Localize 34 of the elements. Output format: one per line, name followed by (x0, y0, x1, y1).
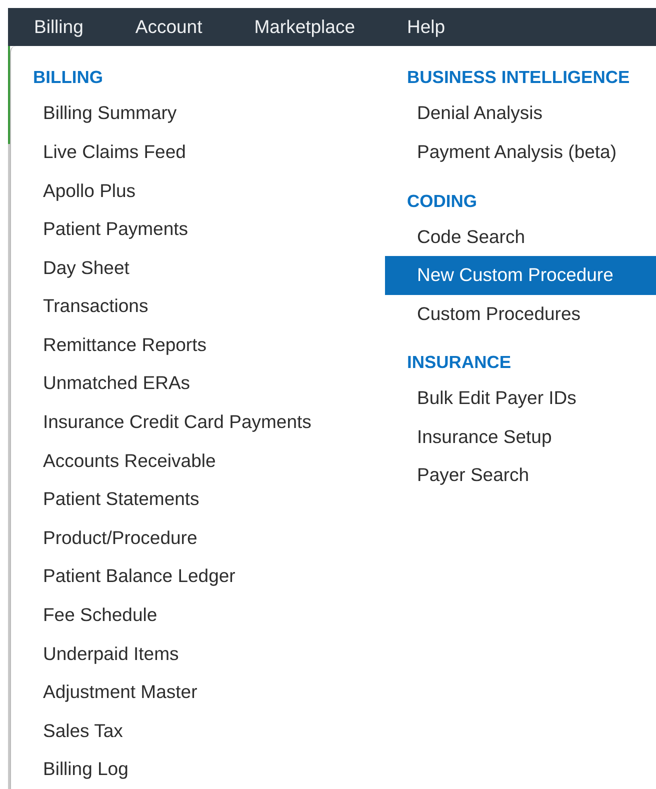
menu-link[interactable]: Day Sheet (11, 248, 385, 288)
menu-item[interactable]: Help (406, 13, 446, 42)
menu-link[interactable]: Payer Search (385, 456, 656, 496)
menu-link[interactable]: Accounts Receivable (11, 442, 385, 480)
menu-link[interactable]: Patient Statements (11, 480, 385, 519)
menu-link[interactable]: Product/Procedure (11, 518, 385, 558)
menu-link[interactable]: Sales Tax (11, 712, 385, 750)
menu-item[interactable]: Marketplace (254, 13, 355, 42)
menu-link[interactable]: Fee Schedule (11, 596, 385, 635)
menu-link[interactable]: Adjustment Master (11, 673, 385, 712)
menu-item[interactable]: Billing (34, 13, 84, 42)
menu-link[interactable]: Insurance Credit Card Payments (11, 403, 385, 442)
section-heading: CODING (406, 190, 478, 212)
menu-link[interactable]: Live Claims Feed (11, 132, 385, 172)
section-heading: INSURANCE (406, 351, 512, 374)
menu-link[interactable]: New Custom Procedure (385, 256, 656, 295)
menu-link[interactable]: Patient Payments (11, 210, 385, 249)
menu-link[interactable]: Remittance Reports (11, 326, 385, 364)
section-heading: BILLING (32, 66, 104, 90)
menu-link[interactable]: Insurance Setup (385, 418, 656, 456)
menu-link[interactable]: Apollo Plus (11, 172, 385, 210)
section-heading: BUSINESS INTELLIGENCE (406, 66, 631, 90)
menu-item[interactable]: Account (135, 13, 202, 42)
menu-link[interactable]: Billing Summary (11, 94, 385, 133)
menu-link[interactable]: Payment Analysis (beta) (385, 132, 656, 172)
menu-link[interactable]: Billing Log (11, 750, 385, 789)
menu-link[interactable]: Bulk Edit Payer IDs (385, 379, 656, 418)
menu-link[interactable]: Unmatched ERAs (11, 364, 385, 404)
menu-link[interactable]: Denial Analysis (385, 94, 656, 133)
menu-link[interactable]: Code Search (385, 218, 656, 256)
menu-link[interactable]: Patient Balance Ledger (11, 557, 385, 596)
menu-link[interactable]: Custom Procedures (385, 294, 656, 334)
menu-link[interactable]: Underpaid Items (11, 634, 385, 674)
menu-link[interactable]: Transactions (11, 287, 385, 326)
